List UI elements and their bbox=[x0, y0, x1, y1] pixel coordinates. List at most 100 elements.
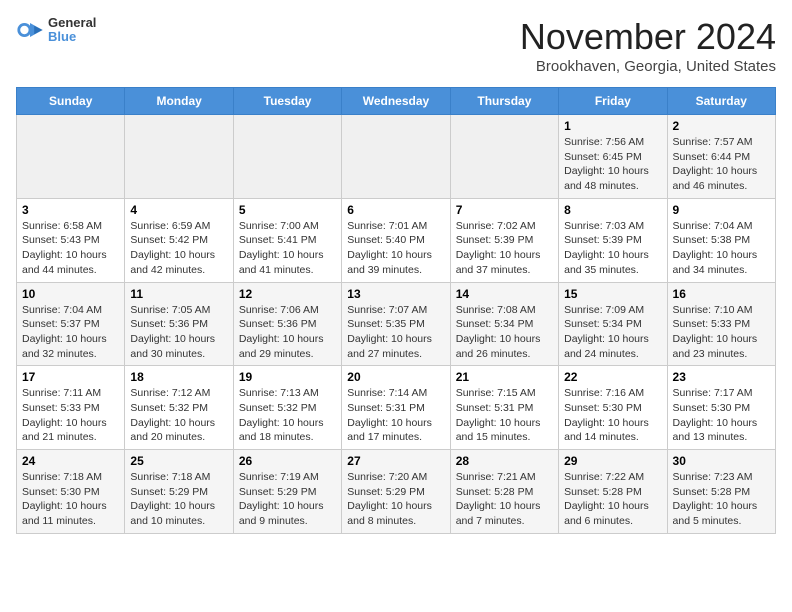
calendar-cell: 29 Sunrise: 7:22 AMSunset: 5:28 PMDayligh… bbox=[559, 450, 667, 534]
page-header: General Blue November 2024 Brookhaven, G… bbox=[16, 16, 776, 75]
day-number: 26 bbox=[239, 454, 336, 468]
calendar-cell: 3 Sunrise: 6:58 AMSunset: 5:43 PMDaylight… bbox=[17, 198, 125, 282]
day-info: Sunrise: 7:04 AMSunset: 5:38 PMDaylight:… bbox=[673, 219, 770, 278]
day-number: 23 bbox=[673, 370, 770, 384]
day-number: 21 bbox=[456, 370, 553, 384]
day-number: 24 bbox=[22, 454, 119, 468]
calendar-cell: 4 Sunrise: 6:59 AMSunset: 5:42 PMDaylight… bbox=[125, 198, 233, 282]
calendar-cell: 21 Sunrise: 7:15 AMSunset: 5:31 PMDayligh… bbox=[450, 366, 558, 450]
logo: General Blue bbox=[16, 16, 96, 45]
day-info: Sunrise: 7:19 AMSunset: 5:29 PMDaylight:… bbox=[239, 470, 336, 529]
logo-icon bbox=[16, 16, 44, 44]
calendar-cell: 16 Sunrise: 7:10 AMSunset: 5:33 PMDayligh… bbox=[667, 282, 775, 366]
day-number: 29 bbox=[564, 454, 661, 468]
page-subtitle: Brookhaven, Georgia, United States bbox=[520, 58, 776, 75]
calendar-week-0: 1 Sunrise: 7:56 AMSunset: 6:45 PMDaylight… bbox=[17, 115, 776, 199]
header-sunday: Sunday bbox=[17, 88, 125, 115]
day-number: 22 bbox=[564, 370, 661, 384]
day-number: 5 bbox=[239, 203, 336, 217]
calendar-cell: 30 Sunrise: 7:23 AMSunset: 5:28 PMDayligh… bbox=[667, 450, 775, 534]
day-number: 13 bbox=[347, 287, 444, 301]
calendar-cell: 17Sunrise: 7:11 AMSunset: 5:33 PMDayligh… bbox=[17, 366, 125, 450]
calendar-cell: 27 Sunrise: 7:20 AMSunset: 5:29 PMDayligh… bbox=[342, 450, 450, 534]
day-info: Sunrise: 7:02 AMSunset: 5:39 PMDaylight:… bbox=[456, 219, 553, 278]
day-info: Sunrise: 7:21 AMSunset: 5:28 PMDaylight:… bbox=[456, 470, 553, 529]
title-block: November 2024 Brookhaven, Georgia, Unite… bbox=[520, 16, 776, 75]
day-number: 7 bbox=[456, 203, 553, 217]
logo-line2: Blue bbox=[48, 30, 96, 44]
calendar-week-4: 24 Sunrise: 7:18 AMSunset: 5:30 PMDayligh… bbox=[17, 450, 776, 534]
calendar-cell bbox=[342, 115, 450, 199]
day-info: Sunrise: 7:12 AMSunset: 5:32 PMDaylight:… bbox=[130, 386, 227, 445]
calendar-cell bbox=[450, 115, 558, 199]
day-info: Sunrise: 7:18 AMSunset: 5:29 PMDaylight:… bbox=[130, 470, 227, 529]
calendar-cell: 6Sunrise: 7:01 AMSunset: 5:40 PMDaylight… bbox=[342, 198, 450, 282]
day-info: Sunrise: 7:56 AMSunset: 6:45 PMDaylight:… bbox=[564, 135, 661, 194]
header-friday: Friday bbox=[559, 88, 667, 115]
day-info: Sunrise: 6:58 AMSunset: 5:43 PMDaylight:… bbox=[22, 219, 119, 278]
day-number: 14 bbox=[456, 287, 553, 301]
calendar-cell: 24 Sunrise: 7:18 AMSunset: 5:30 PMDayligh… bbox=[17, 450, 125, 534]
calendar-cell: 26 Sunrise: 7:19 AMSunset: 5:29 PMDayligh… bbox=[233, 450, 341, 534]
day-number: 10 bbox=[22, 287, 119, 301]
calendar-cell: 9 Sunrise: 7:04 AMSunset: 5:38 PMDaylight… bbox=[667, 198, 775, 282]
day-number: 8 bbox=[564, 203, 661, 217]
day-info: Sunrise: 7:00 AMSunset: 5:41 PMDaylight:… bbox=[239, 219, 336, 278]
calendar-week-2: 10 Sunrise: 7:04 AMSunset: 5:37 PMDayligh… bbox=[17, 282, 776, 366]
day-number: 19 bbox=[239, 370, 336, 384]
calendar-week-1: 3 Sunrise: 6:58 AMSunset: 5:43 PMDaylight… bbox=[17, 198, 776, 282]
day-number: 17 bbox=[22, 370, 119, 384]
day-number: 20 bbox=[347, 370, 444, 384]
day-info: Sunrise: 7:08 AMSunset: 5:34 PMDaylight:… bbox=[456, 303, 553, 362]
calendar-week-3: 17Sunrise: 7:11 AMSunset: 5:33 PMDayligh… bbox=[17, 366, 776, 450]
day-number: 1 bbox=[564, 119, 661, 133]
day-info: Sunrise: 7:16 AMSunset: 5:30 PMDaylight:… bbox=[564, 386, 661, 445]
calendar-cell: 8 Sunrise: 7:03 AMSunset: 5:39 PMDaylight… bbox=[559, 198, 667, 282]
header-saturday: Saturday bbox=[667, 88, 775, 115]
day-number: 2 bbox=[673, 119, 770, 133]
day-info: Sunrise: 7:20 AMSunset: 5:29 PMDaylight:… bbox=[347, 470, 444, 529]
day-info: Sunrise: 7:06 AMSunset: 5:36 PMDaylight:… bbox=[239, 303, 336, 362]
header-monday: Monday bbox=[125, 88, 233, 115]
day-number: 28 bbox=[456, 454, 553, 468]
day-info: Sunrise: 7:10 AMSunset: 5:33 PMDaylight:… bbox=[673, 303, 770, 362]
day-info: Sunrise: 7:04 AMSunset: 5:37 PMDaylight:… bbox=[22, 303, 119, 362]
day-info: Sunrise: 7:23 AMSunset: 5:28 PMDaylight:… bbox=[673, 470, 770, 529]
header-wednesday: Wednesday bbox=[342, 88, 450, 115]
calendar-cell: 23 Sunrise: 7:17 AMSunset: 5:30 PMDayligh… bbox=[667, 366, 775, 450]
day-number: 4 bbox=[130, 203, 227, 217]
day-number: 18 bbox=[130, 370, 227, 384]
calendar-cell: 1 Sunrise: 7:56 AMSunset: 6:45 PMDaylight… bbox=[559, 115, 667, 199]
day-info: Sunrise: 7:18 AMSunset: 5:30 PMDaylight:… bbox=[22, 470, 119, 529]
day-number: 16 bbox=[673, 287, 770, 301]
day-info: Sunrise: 6:59 AMSunset: 5:42 PMDaylight:… bbox=[130, 219, 227, 278]
day-number: 11 bbox=[130, 287, 227, 301]
calendar-cell: 5 Sunrise: 7:00 AMSunset: 5:41 PMDaylight… bbox=[233, 198, 341, 282]
calendar-cell: 28 Sunrise: 7:21 AMSunset: 5:28 PMDayligh… bbox=[450, 450, 558, 534]
calendar-cell: 12 Sunrise: 7:06 AMSunset: 5:36 PMDayligh… bbox=[233, 282, 341, 366]
calendar-cell: 25 Sunrise: 7:18 AMSunset: 5:29 PMDayligh… bbox=[125, 450, 233, 534]
page-title: November 2024 bbox=[520, 16, 776, 58]
day-info: Sunrise: 7:22 AMSunset: 5:28 PMDaylight:… bbox=[564, 470, 661, 529]
day-info: Sunrise: 7:01 AMSunset: 5:40 PMDaylight:… bbox=[347, 219, 444, 278]
calendar-cell: 20 Sunrise: 7:14 AMSunset: 5:31 PMDayligh… bbox=[342, 366, 450, 450]
calendar-cell: 14 Sunrise: 7:08 AMSunset: 5:34 PMDayligh… bbox=[450, 282, 558, 366]
day-info: Sunrise: 7:17 AMSunset: 5:30 PMDaylight:… bbox=[673, 386, 770, 445]
day-number: 25 bbox=[130, 454, 227, 468]
calendar-cell: 19Sunrise: 7:13 AMSunset: 5:32 PMDayligh… bbox=[233, 366, 341, 450]
calendar-table: SundayMondayTuesdayWednesdayThursdayFrid… bbox=[16, 87, 776, 534]
day-info: Sunrise: 7:03 AMSunset: 5:39 PMDaylight:… bbox=[564, 219, 661, 278]
calendar-cell bbox=[17, 115, 125, 199]
day-number: 9 bbox=[673, 203, 770, 217]
header-thursday: Thursday bbox=[450, 88, 558, 115]
day-info: Sunrise: 7:14 AMSunset: 5:31 PMDaylight:… bbox=[347, 386, 444, 445]
day-number: 30 bbox=[673, 454, 770, 468]
day-number: 15 bbox=[564, 287, 661, 301]
day-info: Sunrise: 7:09 AMSunset: 5:34 PMDaylight:… bbox=[564, 303, 661, 362]
day-number: 27 bbox=[347, 454, 444, 468]
day-number: 12 bbox=[239, 287, 336, 301]
calendar-cell bbox=[125, 115, 233, 199]
day-info: Sunrise: 7:15 AMSunset: 5:31 PMDaylight:… bbox=[456, 386, 553, 445]
calendar-cell: 13Sunrise: 7:07 AMSunset: 5:35 PMDayligh… bbox=[342, 282, 450, 366]
day-number: 3 bbox=[22, 203, 119, 217]
